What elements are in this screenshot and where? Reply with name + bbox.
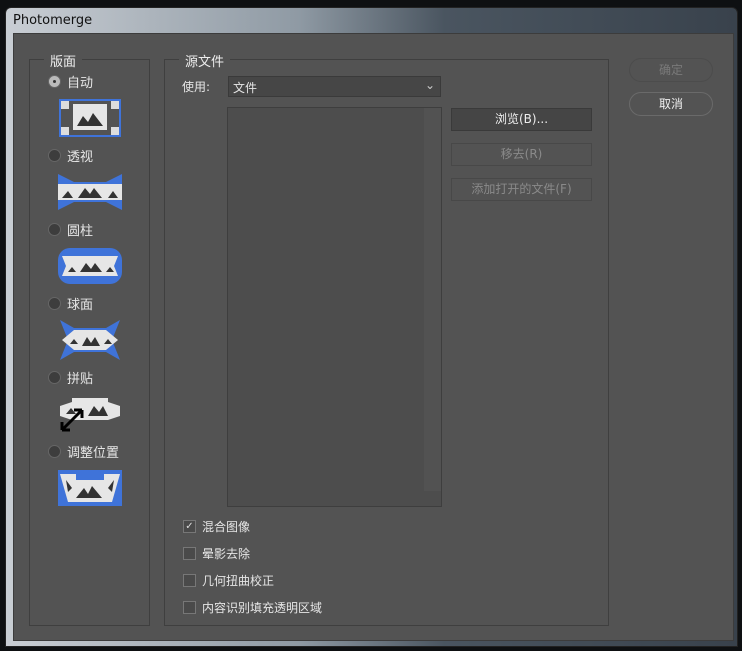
checkbox-label: 晕影去除 xyxy=(202,547,251,561)
radio-collage[interactable]: 拼贴 xyxy=(48,368,93,387)
dialog-body: 版面 自动 透视 圆柱 球面 拼贴 调整位置 源文件 使用: 文件 ⌄ 浏览(B… xyxy=(13,33,734,641)
radio-perspective[interactable]: 透视 xyxy=(48,146,93,165)
radio-reposition[interactable]: 调整位置 xyxy=(48,442,119,461)
radio-label: 自动 xyxy=(67,76,94,91)
browse-button[interactable]: 浏览(B)... xyxy=(451,108,592,131)
use-select[interactable]: 文件 ⌄ xyxy=(228,76,441,97)
checkbox-box[interactable] xyxy=(183,574,196,587)
radio-auto[interactable]: 自动 xyxy=(48,72,93,91)
radio-button[interactable] xyxy=(48,445,61,458)
radio-label: 球面 xyxy=(67,298,94,313)
radio-label: 拼贴 xyxy=(67,372,94,387)
checkmark-icon[interactable]: ✓ xyxy=(183,520,196,533)
checkbox-label: 混合图像 xyxy=(202,520,251,534)
use-label: 使用: xyxy=(182,80,211,94)
checkbox-label: 几何扭曲校正 xyxy=(202,574,275,588)
radio-cylindrical[interactable]: 圆柱 xyxy=(48,220,93,239)
reposition-layout-icon[interactable] xyxy=(58,468,122,508)
chevron-down-icon: ⌄ xyxy=(424,78,435,92)
checkbox-blend-images[interactable]: ✓ 混合图像 xyxy=(183,518,250,535)
source-legend: 源文件 xyxy=(179,51,231,70)
photomerge-dialog: Photomerge 版面 自动 透视 圆柱 球面 拼贴 调整位置 源文件 使用… xyxy=(5,7,738,647)
radio-spherical[interactable]: 球面 xyxy=(48,294,93,313)
checkbox-label: 内容识别填充透明区域 xyxy=(202,601,323,615)
use-select-value: 文件 xyxy=(233,81,258,95)
checkbox-vignette-removal[interactable]: 晕影去除 xyxy=(183,545,250,562)
radio-button[interactable] xyxy=(48,297,61,310)
add-open-files-button[interactable]: 添加打开的文件(F) xyxy=(451,178,592,201)
scrollbar[interactable] xyxy=(424,108,441,491)
radio-button[interactable] xyxy=(48,223,61,236)
radio-label: 透视 xyxy=(67,150,94,165)
cancel-button[interactable]: 取消 xyxy=(629,92,713,116)
ok-button[interactable]: 确定 xyxy=(629,58,713,82)
remove-button[interactable]: 移去(R) xyxy=(451,143,592,166)
spherical-layout-icon[interactable] xyxy=(58,320,122,360)
layout-legend: 版面 xyxy=(44,51,83,70)
checkbox-box[interactable] xyxy=(183,601,196,614)
radio-label: 圆柱 xyxy=(67,224,94,239)
radio-label: 调整位置 xyxy=(67,446,120,461)
auto-layout-icon[interactable] xyxy=(58,98,122,138)
collage-layout-icon[interactable] xyxy=(58,394,122,434)
checkbox-box[interactable] xyxy=(183,547,196,560)
cylindrical-layout-icon[interactable] xyxy=(58,246,122,286)
layout-group: 版面 自动 透视 圆柱 球面 拼贴 调整位置 xyxy=(29,51,150,626)
perspective-layout-icon[interactable] xyxy=(58,172,122,212)
radio-button[interactable] xyxy=(48,149,61,162)
source-files-group: 源文件 使用: 文件 ⌄ 浏览(B)... 移去(R) 添加打开的文件(F) ✓… xyxy=(164,51,609,626)
window-title: Photomerge xyxy=(13,13,93,28)
radio-button[interactable] xyxy=(48,371,61,384)
checkbox-geometric-distortion[interactable]: 几何扭曲校正 xyxy=(183,572,274,589)
radio-button[interactable] xyxy=(48,75,61,88)
file-list[interactable] xyxy=(227,107,442,507)
checkbox-content-aware-fill[interactable]: 内容识别填充透明区域 xyxy=(183,599,322,616)
